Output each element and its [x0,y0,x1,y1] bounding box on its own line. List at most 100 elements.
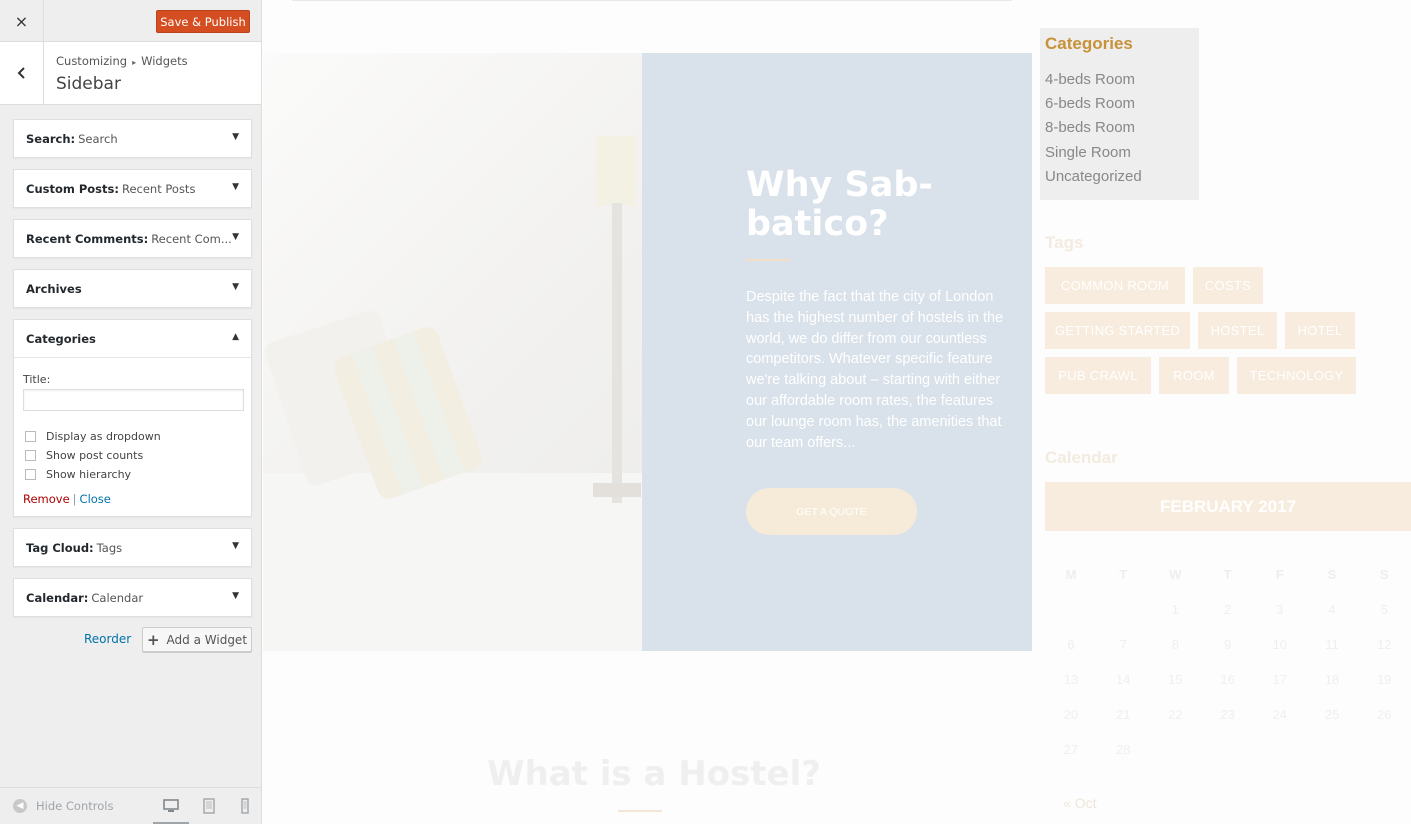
calendar-day: 11 [1325,637,1339,652]
calendar-day: 25 [1324,707,1340,722]
widget-header[interactable]: Calendar: Calendar ▼ [14,579,251,616]
calendar-weekday: S [1327,567,1337,582]
triangle-down-icon[interactable]: ▼ [232,132,239,142]
tag-link[interactable]: HOSTEL [1198,312,1277,349]
widget-title: Recent Com... [151,231,232,246]
triangle-down-icon[interactable]: ▼ [232,282,239,292]
section-title: Sidebar [56,74,121,94]
title-field[interactable] [23,389,244,411]
hide-controls-button[interactable]: ◀ Hide Controls [13,799,113,813]
lamp-base-graphic [593,483,641,497]
widget-header[interactable]: Search: Search ▼ [14,120,251,157]
calendar-day: 19 [1376,672,1392,687]
widget-actions: Remove | Close [23,492,242,506]
triangle-down-icon[interactable]: ▼ [232,182,239,192]
option-display-dropdown[interactable]: Display as dropdown [23,427,242,446]
widget-header[interactable]: Recent Comments: Recent Com... ▼ [14,220,251,257]
hero-image [263,53,642,651]
widget-categories[interactable]: Categories ▲ Title: Display as dropdown … [13,319,252,517]
hero-description: Despite the fact that the city of London… [746,289,1004,451]
close-icon[interactable]: × [15,12,28,31]
collapse-circle-icon: ◀ [13,799,27,813]
get-quote-button[interactable]: GET A QUOTE [746,488,917,535]
widget-archives[interactable]: Archives ▼ [13,269,252,308]
category-link[interactable]: 4-beds Room [1045,71,1135,88]
breadcrumb: Customizing ▸ Widgets [56,54,188,68]
widget-type: Calendar: [26,590,89,605]
widget-header[interactable]: Categories ▲ [14,320,251,357]
calendar-day: 22 [1168,707,1183,722]
close-widget-link[interactable]: Close [80,492,111,506]
remove-widget-link[interactable]: Remove [23,492,70,506]
category-link[interactable]: 6-beds Room [1045,95,1135,112]
triangle-down-icon[interactable]: ▼ [232,541,239,551]
calendar-day: 5 [1380,602,1388,617]
tag-link[interactable]: GETTING STARTED [1045,312,1190,349]
option-label: Show post counts [46,449,144,462]
add-widget-button[interactable]: + Add a Widget [142,627,252,652]
panel-footer: ◀ Hide Controls [0,787,261,824]
calendar-day: 12 [1376,637,1392,652]
calendar-day: 14 [1115,672,1131,687]
calendar-day: 1 [1171,602,1179,617]
hide-controls-label: Hide Controls [36,799,114,813]
close-customizer-button[interactable]: × [0,0,44,42]
separator: | [72,492,77,506]
calendar-day: 18 [1324,672,1340,687]
breadcrumb-current: Widgets [141,54,188,68]
triangle-down-icon[interactable]: ▼ [232,232,239,242]
checkbox[interactable] [25,431,36,442]
tags-heading: Tags [1045,233,1084,252]
tag-link[interactable]: PUB CRAWL [1045,357,1151,394]
hero-title: Why Sab-batico? [746,165,933,244]
panel-header: × Save & Publish [0,0,261,42]
option-show-hierarchy[interactable]: Show hierarchy [23,465,242,484]
calendar-prev-link[interactable]: « Oct [1063,795,1096,811]
calendar-day: 17 [1272,672,1288,687]
widget-title: Search [78,131,118,146]
widget-search[interactable]: Search: Search ▼ [13,119,252,158]
calendar-weekday: M [1065,567,1077,582]
tag-link[interactable]: COMMON ROOM [1045,267,1185,304]
header-border [292,0,1012,1]
checkbox[interactable] [25,469,36,480]
category-link[interactable]: Uncategorized [1045,168,1142,185]
calendar-day: 13 [1063,672,1079,687]
calendar-day: 20 [1063,707,1079,722]
back-button[interactable] [0,42,44,104]
tag-link[interactable]: COSTS [1193,267,1263,304]
category-link[interactable]: Single Room [1045,144,1131,161]
reorder-link[interactable]: Reorder [84,632,131,646]
widget-header[interactable]: Custom Posts: Recent Posts ▼ [14,170,251,207]
chevron-left-icon[interactable] [17,66,27,80]
widget-header[interactable]: Tag Cloud: Tags ▼ [14,529,251,566]
section-heading: What is a Hostel? [487,754,821,794]
hero-text-box: Why Sab-batico? Despite the fact that th… [642,53,1032,651]
section-title-bar: Customizing ▸ Widgets Sidebar [0,42,261,105]
option-show-post-counts[interactable]: Show post counts [23,446,242,465]
widget-type: Tag Cloud: [26,540,94,555]
plus-icon: + [146,630,160,649]
category-link[interactable]: 8-beds Room [1045,119,1135,136]
widget-custom-posts[interactable]: Custom Posts: Recent Posts ▼ [13,169,252,208]
save-publish-button[interactable]: Save & Publish [156,10,250,33]
widget-calendar[interactable]: Calendar: Calendar ▼ [13,578,252,617]
widget-recent-comments[interactable]: Recent Comments: Recent Com... ▼ [13,219,252,258]
triangle-down-icon[interactable]: ▼ [232,591,239,601]
tag-link[interactable]: HOTEL [1285,312,1355,349]
tag-link[interactable]: TECHNOLOGY [1237,357,1356,394]
desktop-icon[interactable] [163,798,179,814]
calendar-day: 3 [1276,602,1284,617]
tag-link[interactable]: ROOM [1159,357,1229,394]
triangle-up-icon[interactable]: ▲ [232,332,239,342]
widget-type: Recent Comments: [26,231,149,246]
add-widget-label: Add a Widget [166,632,248,647]
mobile-icon[interactable] [237,798,253,814]
option-label: Show hierarchy [46,468,132,481]
calendar-day: 7 [1119,637,1127,652]
widget-header[interactable]: Archives ▼ [14,270,251,307]
checkbox[interactable] [25,450,36,461]
tablet-icon[interactable] [201,798,217,814]
calendar-day: 6 [1067,637,1075,652]
widget-tag-cloud[interactable]: Tag Cloud: Tags ▼ [13,528,252,567]
